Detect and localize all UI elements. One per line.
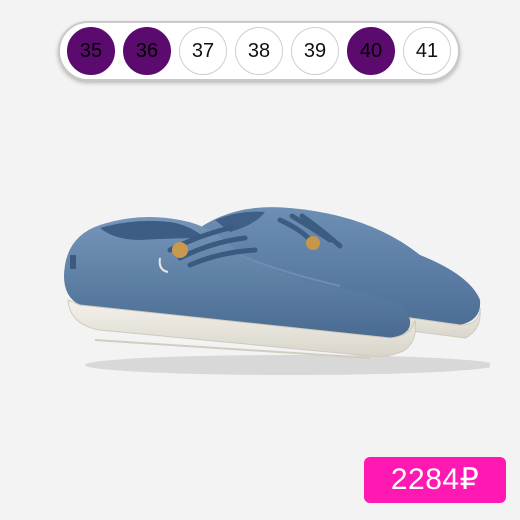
size-option-36[interactable]: 36 [123,27,171,75]
size-option-38[interactable]: 38 [235,27,283,75]
price-badge: 2284₽ [364,457,506,503]
size-option-40[interactable]: 40 [347,27,395,75]
ground-shadow [85,355,490,375]
size-option-39[interactable]: 39 [291,27,339,75]
size-selector: 35 36 37 38 39 40 41 [58,21,460,81]
size-option-37[interactable]: 37 [179,27,227,75]
product-card: 35 36 37 38 39 40 41 2284₽ [0,0,520,520]
size-option-41[interactable]: 41 [403,27,451,75]
shoe-image [64,207,490,375]
size-option-35[interactable]: 35 [67,27,115,75]
